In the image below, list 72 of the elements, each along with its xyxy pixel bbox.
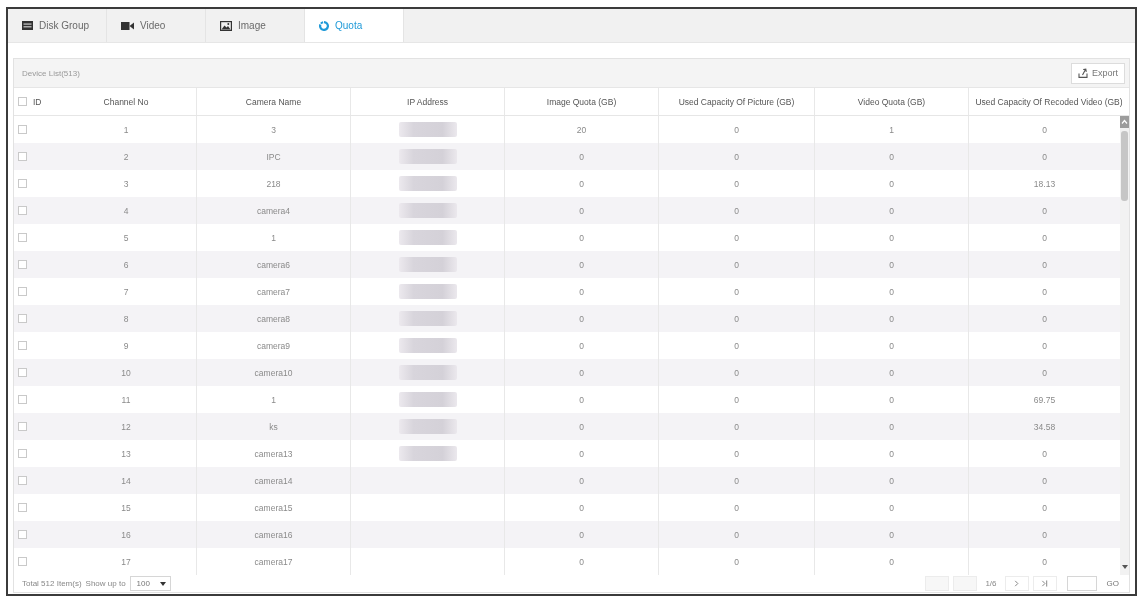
row-checkbox[interactable] [18,233,27,242]
last-page-button[interactable] [1032,576,1057,591]
table-cell-text: 12 [120,420,132,434]
last-page-icon [1041,580,1049,587]
table-cell-text: 4 [122,204,130,218]
table-cell-text: 6 [122,258,130,272]
table-row[interactable]: 2 IPC 0 0 0 0 [14,143,1120,170]
row-checkbox[interactable] [18,422,27,431]
table-cell-text: 9 [122,339,130,353]
table-row[interactable]: 10 camera10 0 0 0 0 [14,359,1120,386]
column-header: Video Quota (GB) [814,88,968,115]
column-header: Image Quota (GB) [504,88,658,115]
select-all-checkbox[interactable] [18,97,27,106]
table-row[interactable]: 6 camera6 0 0 0 0 [14,251,1120,278]
table-row[interactable]: 14 camera14 0 0 0 0 [14,467,1120,494]
table-cell-text: 11 [120,393,132,407]
table-cell-text: 7 [122,285,130,299]
scrollbar-thumb[interactable] [1121,131,1128,201]
row-checkbox[interactable] [18,530,27,539]
total-count: Total 512 Item(s) [22,579,82,588]
column-header: Used Capacity Of Picture (GB) [658,88,814,115]
scroll-down-icon[interactable] [1121,565,1128,569]
page-indicator: 1/6 [985,579,997,588]
table-cell-text: 13 [120,447,132,461]
row-checkbox[interactable] [18,125,27,134]
row-checkbox[interactable] [18,341,27,350]
table-cell-text: 17 [120,555,132,569]
row-checkbox[interactable] [18,152,27,161]
panel-title: Device List(513) [22,68,80,78]
table-cell-text: 2 [122,150,130,164]
next-page-button[interactable] [1004,576,1029,591]
table-cell-text: 5 [122,231,130,245]
row-checkbox[interactable] [18,395,27,404]
picture-icon [220,20,232,31]
caret-icon [159,581,166,586]
scroll-to-top-icon[interactable] [1120,116,1129,128]
column-header: ID [33,96,42,107]
page-size-select[interactable]: 100 [129,576,171,591]
video-camera-icon [121,21,134,30]
row-checkbox[interactable] [18,260,27,269]
table-row[interactable]: 4 camera4 0 0 0 0 [14,197,1120,224]
table-cell-text: 3 [122,177,130,191]
next-page-icon [1013,580,1021,587]
column-header: IP Address [350,88,504,115]
table-cell-text: 10 [120,366,132,380]
column-header: Channel No [102,95,150,109]
column-header: Camera Name [196,88,350,115]
table-cell-text: 1 [122,123,130,137]
row-checkbox[interactable] [18,368,27,377]
scrollbar[interactable] [1120,116,1129,575]
row-checkbox[interactable] [18,314,27,323]
row-checkbox[interactable] [18,287,27,296]
show-up-to-label: Show up to [85,579,126,588]
table-cell-text: 14 [120,474,132,488]
ring-icon [319,20,329,31]
export-button[interactable]: Export [1071,62,1125,84]
row-checkbox[interactable] [18,179,27,188]
row-checkbox[interactable] [18,557,27,566]
table-row[interactable]: 16 camera16 0 0 0 0 [14,521,1120,548]
table-row[interactable]: 8 camera8 0 0 0 0 [14,305,1120,332]
tab[interactable]: Quota [305,9,404,42]
export-icon [1078,68,1088,78]
page-input-field[interactable] [1066,576,1097,591]
row-checkbox[interactable] [18,206,27,215]
row-checkbox[interactable] [18,449,27,458]
column-header: Used Capacity Of Recoded Video (GB) [968,88,1129,115]
table-cell-text: 15 [120,501,132,515]
table-cell-text: 16 [120,528,132,542]
table-cell-text: 8 [122,312,130,326]
row-checkbox[interactable] [18,503,27,512]
row-checkbox[interactable] [18,476,27,485]
table-row[interactable]: 12 ks 0 0 0 34.58 [14,413,1120,440]
